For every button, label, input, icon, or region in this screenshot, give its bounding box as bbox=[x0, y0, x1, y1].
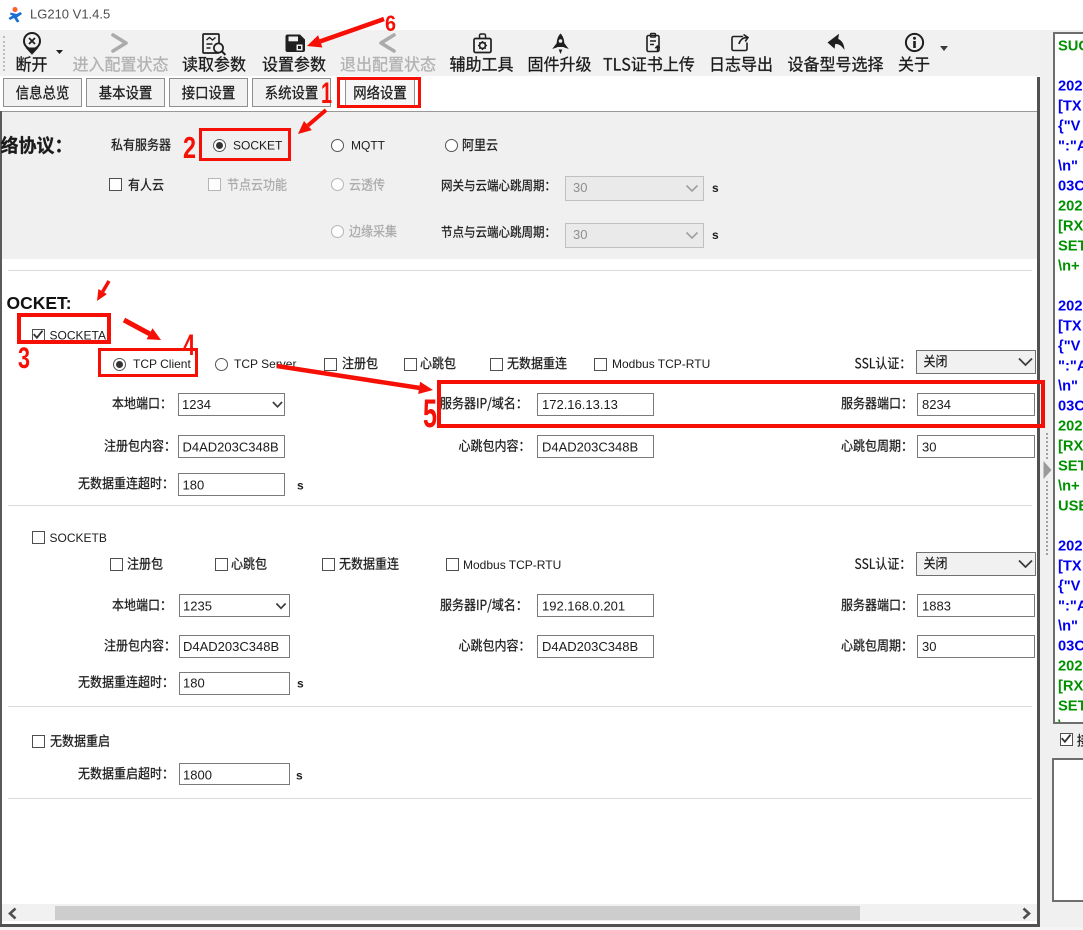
svg-text:03C: 03C bbox=[1058, 178, 1083, 194]
svg-text:\n": \n" bbox=[1058, 618, 1078, 634]
svg-text:Modbus TCP-RTU: Modbus TCP-RTU bbox=[612, 357, 710, 371]
svg-text:5: 5 bbox=[423, 392, 437, 436]
svg-text:OCKET:: OCKET: bbox=[7, 293, 72, 313]
svg-text:{"V: {"V bbox=[1058, 118, 1081, 134]
svg-text:202: 202 bbox=[1058, 198, 1083, 214]
svg-text:[TX: [TX bbox=[1058, 558, 1082, 574]
svg-text:1235: 1235 bbox=[183, 599, 212, 614]
svg-text:SUC: SUC bbox=[1058, 38, 1083, 54]
svg-text:SOCKETB: SOCKETB bbox=[50, 531, 107, 545]
svg-text:":"A: ":"A bbox=[1058, 358, 1083, 374]
svg-text:1: 1 bbox=[321, 77, 332, 110]
svg-text:30: 30 bbox=[922, 440, 936, 455]
svg-text:1883: 1883 bbox=[922, 599, 951, 614]
svg-text:180: 180 bbox=[183, 676, 205, 691]
svg-text:192.168.0.201: 192.168.0.201 bbox=[542, 599, 625, 614]
svg-text:s: s bbox=[712, 228, 719, 242]
svg-text:1800: 1800 bbox=[183, 768, 212, 783]
svg-text:LG210 V1.4.5: LG210 V1.4.5 bbox=[30, 6, 110, 21]
svg-text:202: 202 bbox=[1058, 538, 1083, 554]
svg-text:30: 30 bbox=[922, 639, 936, 654]
svg-text:3: 3 bbox=[18, 342, 30, 375]
svg-text:s: s bbox=[296, 769, 303, 783]
svg-text:{"V: {"V bbox=[1058, 338, 1081, 354]
svg-text:SET: SET bbox=[1058, 238, 1083, 254]
svg-text:202: 202 bbox=[1058, 298, 1083, 314]
svg-text:Modbus TCP-RTU: Modbus TCP-RTU bbox=[463, 558, 561, 572]
svg-text:\n+: \n+ bbox=[1058, 258, 1080, 274]
svg-text:202: 202 bbox=[1058, 418, 1083, 434]
svg-text:[TX: [TX bbox=[1058, 318, 1082, 334]
svg-text:s: s bbox=[297, 479, 304, 493]
svg-text:MQTT: MQTT bbox=[351, 139, 386, 153]
svg-text:[RX: [RX bbox=[1058, 218, 1083, 234]
svg-text:[TX: [TX bbox=[1058, 98, 1082, 114]
svg-text:s: s bbox=[712, 181, 719, 195]
svg-text:{"V: {"V bbox=[1058, 578, 1081, 594]
svg-text:03C: 03C bbox=[1058, 398, 1083, 414]
svg-text:202: 202 bbox=[1058, 658, 1083, 674]
svg-text:6: 6 bbox=[385, 11, 396, 36]
svg-text:03C: 03C bbox=[1058, 638, 1083, 654]
svg-text:[RX: [RX bbox=[1058, 678, 1083, 694]
svg-text:D4AD203C348B: D4AD203C348B bbox=[542, 639, 638, 654]
svg-text:30: 30 bbox=[573, 227, 587, 242]
svg-text:D4AD203C348B: D4AD203C348B bbox=[183, 639, 279, 654]
svg-text:1234: 1234 bbox=[182, 397, 211, 412]
svg-text:":"A: ":"A bbox=[1058, 598, 1083, 614]
svg-text:USB: USB bbox=[1058, 498, 1083, 514]
svg-text:30: 30 bbox=[573, 180, 587, 195]
svg-text:SET: SET bbox=[1058, 698, 1083, 714]
svg-text:s: s bbox=[297, 677, 304, 691]
svg-text:[RX: [RX bbox=[1058, 438, 1083, 454]
svg-text:\n+: \n+ bbox=[1058, 478, 1080, 494]
svg-text:180: 180 bbox=[183, 478, 205, 493]
svg-text:202: 202 bbox=[1058, 78, 1083, 94]
svg-text:D4AD203C348B: D4AD203C348B bbox=[183, 440, 279, 455]
svg-text:SET: SET bbox=[1058, 458, 1083, 474]
svg-text:\n": \n" bbox=[1058, 378, 1078, 394]
svg-text:\n": \n" bbox=[1058, 158, 1078, 174]
svg-text:\n+: \n+ bbox=[1058, 718, 1080, 734]
svg-text:D4AD203C348B: D4AD203C348B bbox=[542, 440, 638, 455]
svg-text:":"A: ":"A bbox=[1058, 138, 1083, 154]
svg-text:2: 2 bbox=[183, 130, 196, 165]
